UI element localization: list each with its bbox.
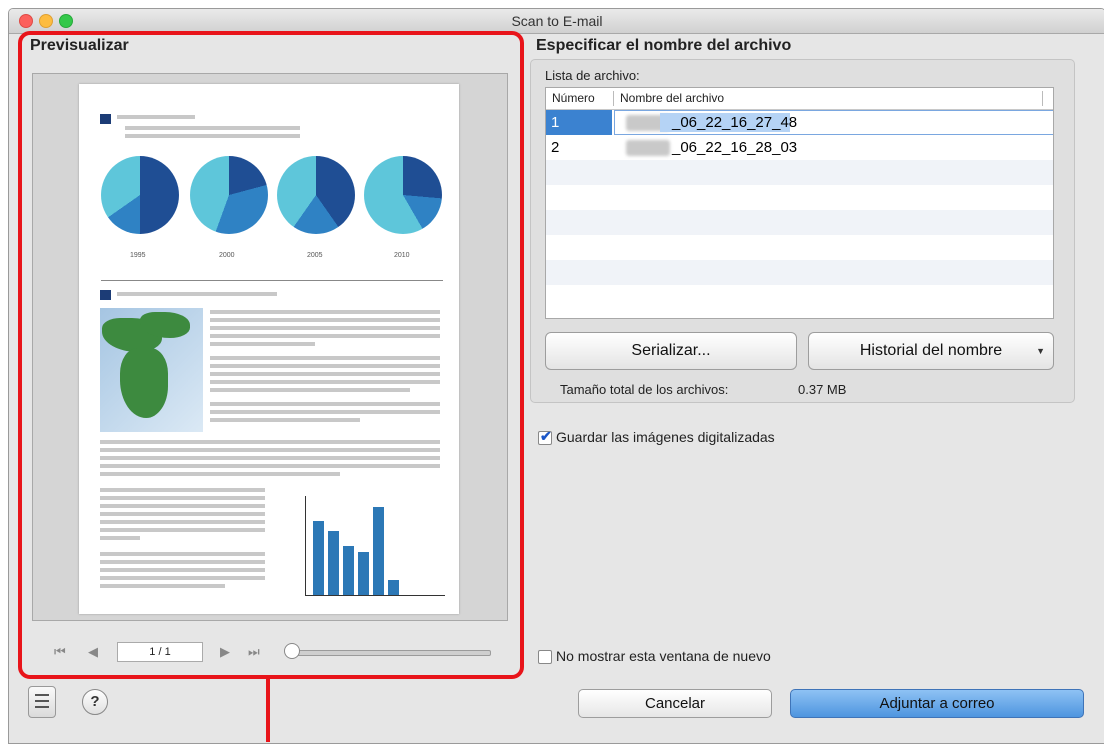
window-title: Scan to E-mail: [511, 13, 603, 29]
chart-bar: [373, 507, 384, 595]
save-images-checkbox[interactable]: ✔: [538, 428, 552, 445]
preview-navigation: ⏮ ◀ 1 / 1 ▶ ⏭: [32, 640, 506, 664]
preview-title: Previsualizar: [30, 37, 129, 54]
world-map-image: [100, 308, 203, 432]
zoom-slider-knob[interactable]: [284, 643, 300, 659]
name-history-dropdown[interactable]: Historial del nombre ▼: [808, 332, 1054, 370]
redacted-prefix: [626, 140, 670, 156]
file-list-label: Lista de archivo:: [545, 68, 640, 83]
first-page-icon[interactable]: ⏮: [54, 644, 66, 660]
attach-to-email-button[interactable]: Adjuntar a correo: [790, 689, 1084, 718]
last-page-icon[interactable]: ⏭: [248, 644, 260, 660]
table-header: Número Nombre del archivo: [546, 88, 1053, 110]
page-indicator-field[interactable]: 1 / 1: [117, 642, 203, 662]
preview-area[interactable]: 1995 2000 2005 2010: [32, 73, 508, 621]
chevron-down-icon: ▼: [1036, 346, 1045, 356]
chart-bar: [358, 552, 369, 595]
serialize-button[interactable]: Serializar...: [545, 332, 797, 370]
scanned-page-thumbnail: 1995 2000 2005 2010: [79, 84, 459, 614]
column-header-number[interactable]: Número: [552, 91, 595, 105]
file-list-table[interactable]: Número Nombre del archivo 1 _06_22_16_27…: [545, 87, 1054, 319]
row-number: 1: [551, 114, 560, 131]
list-view-button[interactable]: [28, 686, 56, 718]
name-history-label: Historial del nombre: [859, 342, 1003, 359]
total-size-value: 0.37 MB: [798, 382, 847, 397]
zoom-slider[interactable]: [294, 650, 491, 656]
file-name-section-title: Especificar el nombre del archivo: [536, 37, 792, 54]
next-page-icon[interactable]: ▶: [220, 644, 230, 660]
annotation-callout-line: [266, 675, 270, 742]
file-name-cell[interactable]: _06_22_16_27_48: [672, 114, 797, 131]
total-size-label: Tamaño total de los archivos:: [560, 382, 729, 397]
pie-year-label: 2010: [394, 252, 410, 259]
previous-page-icon[interactable]: ◀: [88, 644, 98, 660]
save-images-label[interactable]: Guardar las imágenes digitalizadas: [556, 429, 775, 445]
chart-bar: [328, 531, 339, 595]
pie-year-label: 2005: [307, 252, 323, 259]
cancel-button[interactable]: Cancelar: [578, 689, 772, 718]
bar-chart: [295, 496, 445, 596]
column-header-file-name[interactable]: Nombre del archivo: [620, 91, 724, 105]
chart-bar: [313, 521, 324, 595]
dont-show-again-label[interactable]: No mostrar esta ventana de nuevo: [556, 648, 771, 664]
dont-show-again-checkbox[interactable]: [538, 650, 552, 664]
table-row[interactable]: 2 _06_22_16_28_03: [546, 135, 1053, 160]
pie-year-label: 2000: [219, 252, 235, 259]
pie-year-label: 1995: [130, 252, 146, 259]
table-row[interactable]: 1 _06_22_16_27_48: [546, 110, 1053, 135]
help-button[interactable]: ?: [82, 689, 108, 715]
file-name-cell[interactable]: _06_22_16_28_03: [672, 139, 797, 156]
chart-bar: [388, 580, 399, 595]
row-number: 2: [551, 139, 560, 156]
chart-bar: [343, 546, 354, 595]
title-bar[interactable]: Scan to E-mail: [9, 9, 1104, 34]
checkmark-icon: ✔: [540, 428, 552, 444]
